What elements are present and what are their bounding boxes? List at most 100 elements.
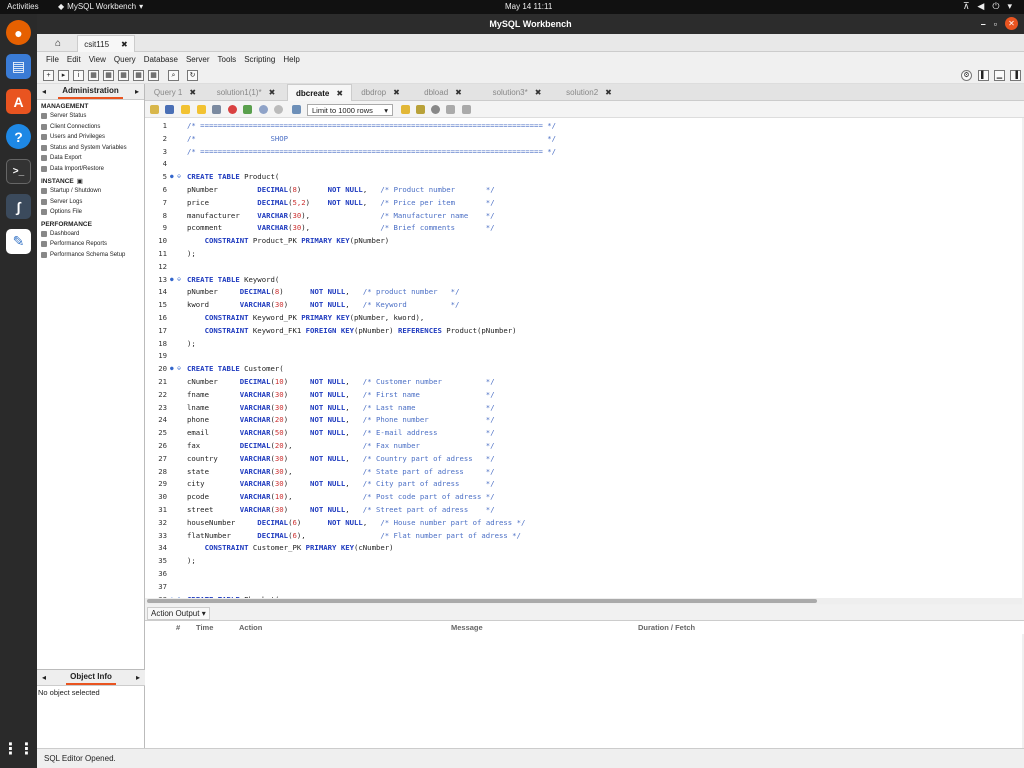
settings-icon[interactable]: ⚙: [961, 70, 972, 81]
nav-right-icon[interactable]: ▸: [136, 673, 140, 682]
code-text: country VARCHAR(30) NOT NULL, /* Country…: [187, 453, 495, 463]
output-type-select[interactable]: Action Output ▾: [147, 607, 210, 620]
menu-scripting[interactable]: Scripting: [240, 53, 279, 67]
line-number: 4: [162, 159, 167, 169]
create-view-icon[interactable]: ▦: [118, 70, 129, 81]
query-tab[interactable]: dbdrop ✖: [352, 84, 409, 101]
line-number: 27: [158, 453, 167, 463]
connection-tab[interactable]: csit115 ✖: [77, 35, 135, 52]
fold-marker-icon[interactable]: ● ⊖: [170, 274, 181, 287]
wrap-lines-icon[interactable]: [462, 105, 471, 114]
nav-left-icon[interactable]: ◂: [42, 673, 46, 682]
activities-button[interactable]: Activities: [7, 2, 39, 11]
nav-data-export[interactable]: Data Export: [37, 153, 144, 164]
query-tab[interactable]: Query 1 ✖: [145, 84, 205, 101]
nav-status-variables[interactable]: Status and System Variables: [37, 143, 144, 154]
autocommit-icon[interactable]: [292, 105, 301, 114]
show-apps-icon[interactable]: ⋮⋮: [3, 736, 35, 761]
firefox-icon[interactable]: ●: [6, 20, 31, 45]
reconnect-icon[interactable]: ↻: [187, 70, 198, 81]
create-schema-icon[interactable]: ▦: [88, 70, 99, 81]
open-file-icon[interactable]: [150, 105, 159, 114]
fold-marker-icon[interactable]: ● ⊖: [170, 363, 181, 376]
fold-marker-icon[interactable]: ● ⊖: [170, 171, 181, 184]
close-icon[interactable]: ✖: [336, 89, 343, 98]
menu-database[interactable]: Database: [140, 53, 182, 67]
nav-users-privileges[interactable]: Users and Privileges: [37, 132, 144, 143]
menu-view[interactable]: View: [85, 53, 110, 67]
horizontal-scrollbar[interactable]: [145, 598, 1022, 604]
search-table-icon[interactable]: ⌕: [168, 70, 179, 81]
explain-icon[interactable]: [212, 105, 221, 114]
toggle-output-icon[interactable]: ▁: [994, 70, 1005, 81]
nav-server-status[interactable]: Server Status: [37, 111, 144, 122]
menu-help[interactable]: Help: [279, 53, 303, 67]
col-action: Action: [239, 623, 263, 632]
code-editor[interactable]: 1 /* ====================================…: [145, 118, 1022, 598]
mysql-workbench-icon[interactable]: ∫: [6, 194, 31, 219]
search-icon[interactable]: [431, 105, 440, 114]
query-tab[interactable]: dbload ✖: [409, 84, 477, 101]
object-info-tab[interactable]: Object Info: [66, 670, 116, 685]
open-sql-file-icon[interactable]: ▸: [58, 70, 69, 81]
system-tray[interactable]: ⊼ ◀ ⏻ ▾: [963, 1, 1012, 12]
menu-edit[interactable]: Edit: [63, 53, 85, 67]
close-icon[interactable]: ✖: [605, 88, 612, 97]
nav-left-icon[interactable]: ◂: [42, 87, 46, 96]
toggle-sidebar-icon[interactable]: ▌: [978, 70, 989, 81]
close-icon[interactable]: ✖: [535, 88, 542, 97]
clock[interactable]: May 14 11:11: [505, 2, 552, 11]
close-icon[interactable]: ✖: [455, 88, 462, 97]
create-table-icon[interactable]: ▦: [103, 70, 114, 81]
text-editor-icon[interactable]: ✎: [6, 229, 31, 254]
query-tab[interactable]: solution3* ✖: [477, 84, 557, 101]
nav-options-file[interactable]: Options File: [37, 207, 144, 218]
close-icon[interactable]: ✖: [189, 88, 196, 97]
nav-performance-reports[interactable]: Performance Reports: [37, 239, 144, 250]
nav-right-icon[interactable]: ▸: [135, 87, 139, 96]
commit-icon[interactable]: [259, 105, 268, 114]
scrollbar-thumb[interactable]: [147, 599, 817, 603]
create-function-icon[interactable]: ▦: [148, 70, 159, 81]
beautify-icon[interactable]: [401, 105, 410, 114]
menu-file[interactable]: File: [42, 53, 63, 67]
close-icon[interactable]: ✖: [269, 88, 276, 97]
query-tab[interactable]: solution2 ✖: [557, 84, 621, 101]
query-tab[interactable]: solution1(1)* ✖: [205, 84, 287, 101]
terminal-icon[interactable]: >_: [6, 159, 31, 184]
execute-icon[interactable]: [181, 105, 190, 114]
inspector-icon[interactable]: i: [73, 70, 84, 81]
menu-server[interactable]: Server: [182, 53, 214, 67]
rollback-icon[interactable]: [274, 105, 283, 114]
limit-rows-select[interactable]: Limit to 1000 rows ▾: [307, 104, 393, 116]
minimize-button[interactable]: –: [981, 19, 986, 29]
close-button[interactable]: ✕: [1005, 17, 1018, 30]
home-icon[interactable]: ⌂: [45, 35, 71, 51]
menu-query[interactable]: Query: [110, 53, 140, 67]
new-sql-tab-icon[interactable]: +: [43, 70, 54, 81]
nav-client-connections[interactable]: Client Connections: [37, 122, 144, 133]
find-icon[interactable]: [416, 105, 425, 114]
files-icon[interactable]: ▤: [6, 54, 31, 79]
nav-server-logs[interactable]: Server Logs: [37, 197, 144, 208]
execute-current-icon[interactable]: [197, 105, 206, 114]
nav-startup-shutdown[interactable]: Startup / Shutdown: [37, 186, 144, 197]
maximize-button[interactable]: ▫: [994, 19, 997, 29]
invisible-chars-icon[interactable]: [446, 105, 455, 114]
query-tab[interactable]: dbcreate ✖: [287, 84, 352, 101]
close-icon[interactable]: ✖: [121, 40, 128, 49]
toggle-continue-icon[interactable]: [243, 105, 252, 114]
save-icon[interactable]: [165, 105, 174, 114]
stop-icon[interactable]: [228, 105, 237, 114]
app-menu[interactable]: ◆ MySQL Workbench ▾: [58, 2, 143, 11]
create-procedure-icon[interactable]: ▦: [133, 70, 144, 81]
nav-performance-schema[interactable]: Performance Schema Setup: [37, 250, 144, 261]
menu-tools[interactable]: Tools: [214, 53, 241, 67]
software-icon[interactable]: A: [6, 89, 31, 114]
help-icon[interactable]: ?: [6, 124, 31, 149]
nav-data-import[interactable]: Data Import/Restore: [37, 164, 144, 175]
close-icon[interactable]: ✖: [393, 88, 400, 97]
toggle-secondary-sidebar-icon[interactable]: ▐: [1010, 70, 1021, 81]
nav-dashboard[interactable]: Dashboard: [37, 229, 144, 240]
administration-tab[interactable]: Administration: [58, 84, 123, 99]
